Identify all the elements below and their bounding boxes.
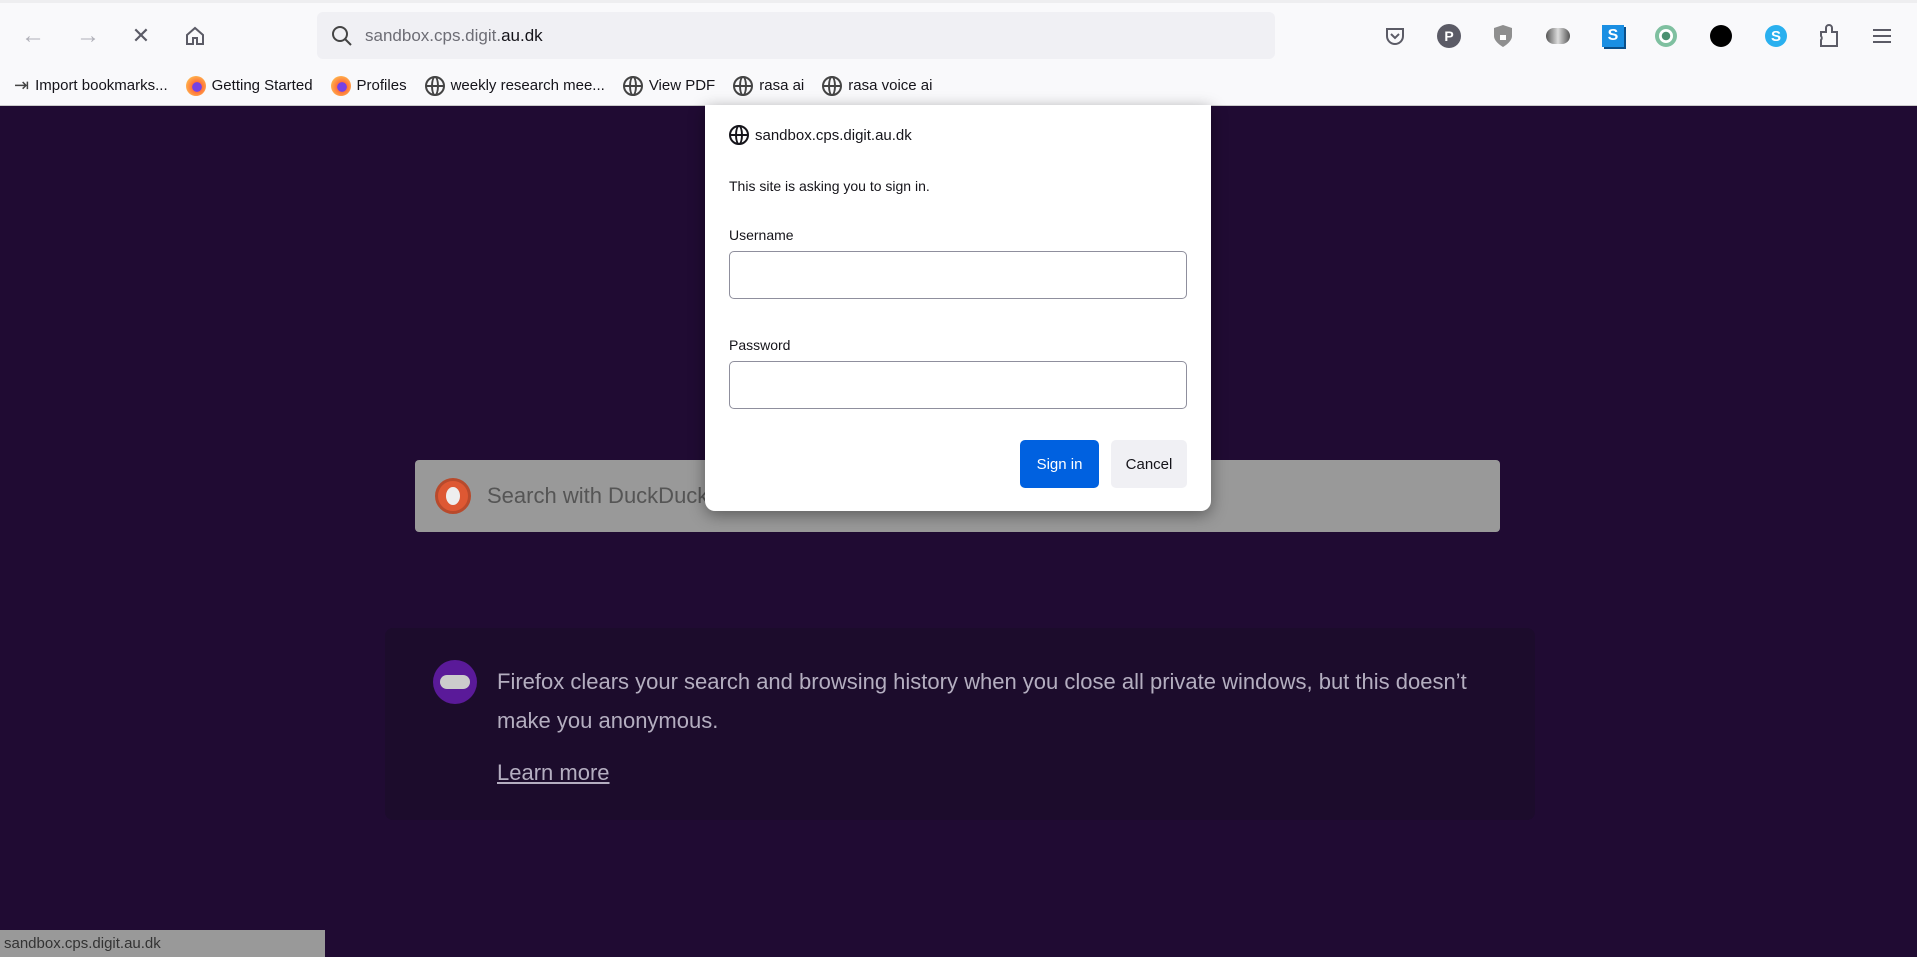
bookmarks-bar: ⇥ Import bookmarks... Getting Started Pro… [14,75,932,96]
dialog-message: This site is asking you to sign in. [729,178,930,194]
private-mask-icon [433,660,477,704]
username-label: Username [729,227,794,243]
username-input[interactable] [729,251,1187,299]
password-label: Password [729,337,791,353]
duckduckgo-icon [435,478,471,514]
stop-button[interactable]: ✕ [126,21,156,51]
shield-lock-icon[interactable] [1488,21,1518,51]
password-input[interactable] [729,361,1187,409]
search-icon [332,25,352,46]
learn-more-link[interactable]: Learn more [497,760,610,786]
bookmark-profiles[interactable]: Profiles [330,75,407,96]
browser-toolbar: ← → ✕ sandbox.cps.digit. au.dk P S S ⇥ Imp… [0,0,1917,106]
pocket-icon[interactable] [1380,21,1410,51]
sign-in-button[interactable]: Sign in [1020,440,1099,488]
firefox-icon [330,75,351,96]
green-circle-extension-icon[interactable] [1651,21,1681,51]
s-extension-icon[interactable]: S [1598,21,1628,51]
import-icon: ⇥ [14,75,30,95]
status-bar: sandbox.cps.digit.au.dk [0,930,325,957]
globe-icon [729,125,749,145]
back-button[interactable]: ← [18,21,48,51]
bookmark-view-pdf[interactable]: View PDF [622,75,715,96]
skype-icon[interactable]: S [1761,21,1791,51]
search-placeholder: Search with DuckDuck [487,483,709,508]
sign-in-dialog: sandbox.cps.digit.au.dk This site is ask… [705,105,1211,511]
home-button[interactable] [180,21,210,51]
notice-text: Firefox clears your search and browsing … [497,669,1467,733]
privacy-pass-icon[interactable]: P [1434,21,1464,51]
firefox-icon [185,75,206,96]
extensions-puzzle-icon[interactable] [1814,21,1844,51]
url-domain: au.dk [501,25,543,45]
bookmark-weekly-research[interactable]: weekly research mee... [424,75,605,96]
globe-icon [733,75,754,96]
globe-icon [424,75,445,96]
url-bar[interactable]: sandbox.cps.digit. au.dk [317,12,1275,59]
bookmark-getting-started[interactable]: Getting Started [185,75,313,96]
private-browsing-notice: Firefox clears your search and browsing … [385,628,1535,820]
dialog-host: sandbox.cps.digit.au.dk [755,126,912,144]
home-icon [186,26,204,45]
bookmark-rasa-voice-ai[interactable]: rasa voice ai [822,75,932,96]
forward-button[interactable]: → [73,21,103,51]
url-host: sandbox.cps.digit. [365,25,502,45]
cancel-button[interactable]: Cancel [1111,440,1187,488]
black-face-extension-icon[interactable] [1706,21,1736,51]
menu-icon[interactable] [1867,21,1897,51]
privacy-badger-icon[interactable] [1543,21,1573,51]
globe-icon [622,75,643,96]
bookmark-import[interactable]: ⇥ Import bookmarks... [14,75,168,96]
globe-icon [822,75,843,96]
bookmark-rasa-ai[interactable]: rasa ai [733,75,804,96]
